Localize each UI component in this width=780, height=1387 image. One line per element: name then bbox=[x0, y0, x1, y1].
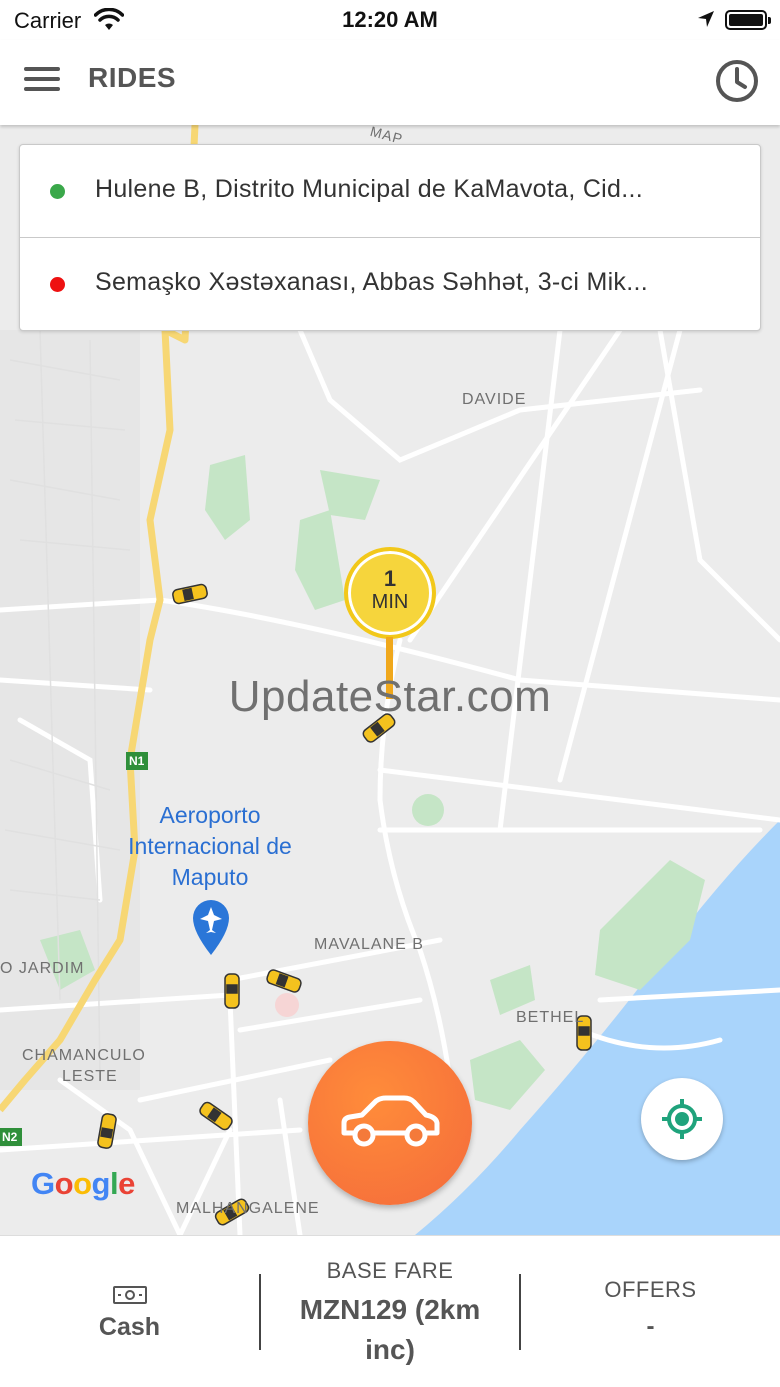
map-label-chamanculo: CHAMANCULO bbox=[22, 1047, 146, 1064]
crosshair-location-icon bbox=[662, 1099, 702, 1139]
page-title: RIDES bbox=[88, 62, 177, 93]
status-bar: Carrier 12:20 AM bbox=[0, 0, 780, 40]
base-fare-value: MZN129 (2km inc) bbox=[299, 1294, 481, 1365]
base-fare-section: BASE FARE MZN129 (2km inc) bbox=[261, 1236, 519, 1387]
eta-value: 1 bbox=[383, 566, 397, 591]
offers-label: OFFERS bbox=[604, 1277, 697, 1302]
payment-method-button[interactable]: Cash bbox=[0, 1236, 259, 1387]
map-label-jardim: O JARDIM bbox=[0, 960, 85, 977]
request-ride-button[interactable] bbox=[308, 1041, 472, 1205]
hamburger-menu-icon[interactable] bbox=[24, 67, 62, 97]
recenter-button[interactable] bbox=[641, 1078, 723, 1160]
offers-value: - bbox=[646, 1313, 655, 1340]
road-sign-n2: N2 bbox=[2, 1130, 18, 1144]
dropoff-location-row[interactable]: Semaşko Xəstəxanası, Abbas Səhhət, 3-ci … bbox=[20, 238, 760, 331]
pickup-dot-icon bbox=[50, 184, 65, 199]
pickup-address: Hulene B, Distrito Municipal de KaMavota… bbox=[95, 175, 643, 203]
dropoff-dot-icon bbox=[50, 277, 65, 292]
map-label-mavalane: MAVALANE B bbox=[314, 936, 424, 953]
map-label-davide: DAVIDE bbox=[462, 391, 527, 408]
fare-bar: Cash BASE FARE MZN129 (2km inc) OFFERS - bbox=[0, 1235, 780, 1387]
offers-button[interactable]: OFFERS - bbox=[521, 1236, 780, 1387]
dropoff-address: Semaşko Xəstəxanası, Abbas Səhhət, 3-ci … bbox=[95, 268, 648, 296]
airport-label: Aeroporto Internacional de Maputo bbox=[128, 802, 292, 890]
eta-unit: MIN bbox=[371, 591, 409, 613]
status-time: 12:20 AM bbox=[342, 7, 438, 32]
car-icon bbox=[341, 1095, 440, 1147]
location-arrow-icon bbox=[698, 11, 714, 27]
road-sign-n1: N1 bbox=[129, 754, 145, 768]
eta-marker[interactable]: 1 MIN bbox=[344, 547, 436, 639]
cash-note-icon bbox=[113, 1286, 147, 1304]
map-label-leste: LESTE bbox=[62, 1068, 118, 1085]
map-label-bethel: BETHEL bbox=[516, 1009, 585, 1026]
battery-icon bbox=[725, 10, 771, 30]
google-logo: Google bbox=[31, 1166, 135, 1201]
map-label-malhangalene: MALHANGALENE bbox=[176, 1200, 320, 1217]
clock-history-icon[interactable] bbox=[713, 57, 761, 105]
base-fare-label: BASE FARE bbox=[326, 1258, 454, 1283]
watermark: UpdateStar.com bbox=[228, 672, 552, 721]
app-header: RIDES bbox=[0, 40, 780, 125]
location-panel: Hulene B, Distrito Municipal de KaMavota… bbox=[19, 144, 761, 331]
payment-label: Cash bbox=[98, 1313, 161, 1341]
pickup-location-row[interactable]: Hulene B, Distrito Municipal de KaMavota… bbox=[20, 145, 760, 238]
